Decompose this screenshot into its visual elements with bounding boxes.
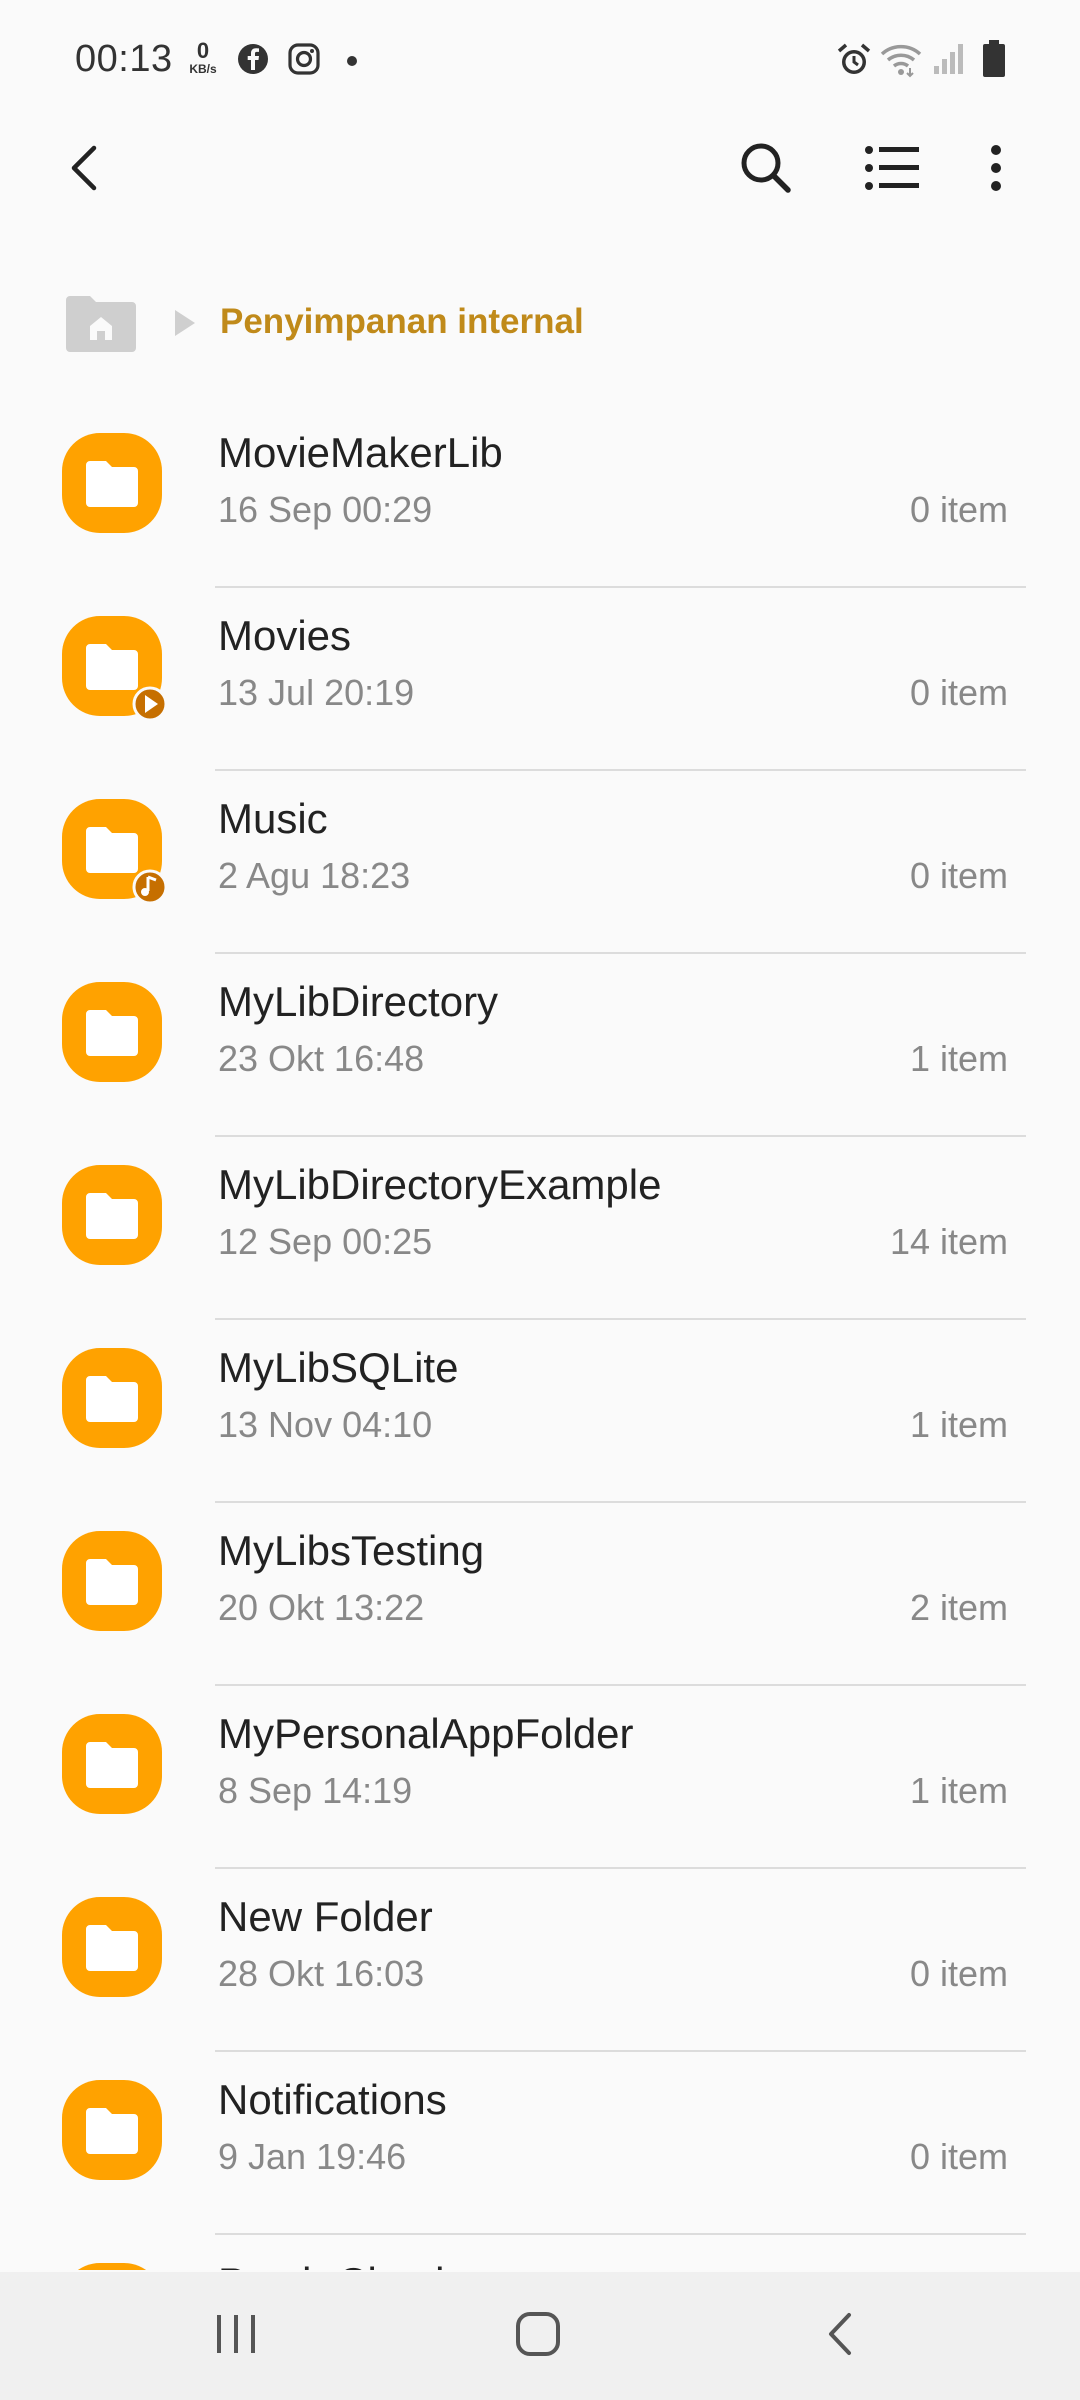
network-speed-unit: KB/s xyxy=(189,62,217,76)
file-item-count: 2 item xyxy=(909,1587,1008,1628)
file-item-count: 1 item xyxy=(909,1404,1008,1445)
instagram-icon xyxy=(287,42,321,81)
file-name: MyLibSQLite xyxy=(218,1344,459,1391)
file-list-item[interactable]: Movies 13 Jul 20:19 0 item xyxy=(0,588,1080,771)
toolbar xyxy=(0,120,1080,220)
recent-apps-icon xyxy=(215,2313,257,2360)
folder-icon xyxy=(60,1712,164,1816)
network-speed-value: 0 xyxy=(196,38,210,63)
file-list-item[interactable]: MyLibDirectoryExample 12 Sep 00:25 14 item xyxy=(0,1137,1080,1320)
file-name: MyLibDirectoryExample xyxy=(218,1161,662,1208)
dot-icon xyxy=(346,54,358,72)
home-button[interactable] xyxy=(458,2272,618,2400)
file-date: 28 Okt 16:03 xyxy=(218,1953,425,1994)
file-name: MyPersonalAppFolder xyxy=(218,1710,634,1757)
breadcrumb-arrow-icon xyxy=(173,308,197,343)
file-date: 12 Sep 00:25 xyxy=(218,1221,433,1262)
more-options-icon xyxy=(989,144,1003,196)
file-date: 9 Jan 19:46 xyxy=(218,2136,407,2177)
file-name: MyLibsTesting xyxy=(218,1527,485,1574)
folder-icon xyxy=(60,2261,164,2270)
file-item-count: 0 item xyxy=(909,2136,1008,2177)
file-list-item[interactable]: MovieMakerLib 16 Sep 00:29 0 item xyxy=(0,405,1080,588)
file-list-item[interactable]: Patch Check xyxy=(0,2235,1080,2270)
folder-icon xyxy=(60,1163,164,1267)
list-view-button[interactable] xyxy=(844,120,940,220)
recent-apps-button[interactable] xyxy=(156,2272,316,2400)
file-list-item[interactable]: MyPersonalAppFolder 8 Sep 14:19 1 item xyxy=(0,1686,1080,1869)
folder-icon xyxy=(60,1529,164,1633)
file-name: Notifications xyxy=(218,2076,447,2123)
file-item-count: 0 item xyxy=(909,855,1008,896)
nav-back-icon xyxy=(825,2311,855,2362)
file-list-item[interactable]: MyLibSQLite 13 Nov 04:10 1 item xyxy=(0,1320,1080,1503)
home-icon xyxy=(515,2311,561,2362)
file-name: Patch Check xyxy=(218,2259,456,2270)
file-date: 20 Okt 13:22 xyxy=(218,1587,425,1628)
file-item-count: 0 item xyxy=(909,672,1008,713)
folder-icon xyxy=(60,431,164,535)
file-item-count: 1 item xyxy=(909,1038,1008,1079)
file-date: 23 Okt 16:48 xyxy=(218,1038,425,1079)
network-speed: 0 KB/s xyxy=(183,38,223,77)
signal-icon xyxy=(932,42,966,81)
alarm-icon xyxy=(836,42,872,83)
file-list-item[interactable]: Music 2 Agu 18:23 0 item xyxy=(0,771,1080,954)
wifi-icon xyxy=(880,42,922,83)
file-date: 16 Sep 00:29 xyxy=(218,489,433,530)
home-folder-icon[interactable] xyxy=(64,292,138,359)
folder-icon xyxy=(60,2078,164,2182)
file-name: Music xyxy=(218,795,328,842)
file-list-item[interactable]: New Folder 28 Okt 16:03 0 item xyxy=(0,1869,1080,2052)
file-name: MyLibDirectory xyxy=(218,978,499,1025)
status-bar: 00:13 0 KB/s xyxy=(0,0,1080,120)
video-folder-icon xyxy=(60,614,168,722)
file-name: Movies xyxy=(218,612,352,659)
file-item-count: 0 item xyxy=(909,1953,1008,1994)
battery-icon xyxy=(982,40,1006,83)
nav-back-button[interactable] xyxy=(760,2272,920,2400)
status-time: 00:13 xyxy=(75,38,173,80)
folder-icon xyxy=(60,1346,164,1450)
file-list-item[interactable]: MyLibsTesting 20 Okt 13:22 2 item xyxy=(0,1503,1080,1686)
file-list-item[interactable]: MyLibDirectory 23 Okt 16:48 1 item xyxy=(0,954,1080,1137)
file-name: New Folder xyxy=(218,1893,433,1940)
file-date: 2 Agu 18:23 xyxy=(218,855,411,896)
more-options-button[interactable] xyxy=(948,120,1044,220)
folder-icon xyxy=(60,1895,164,1999)
file-name: MovieMakerLib xyxy=(218,429,503,476)
navigation-bar xyxy=(0,2272,1080,2400)
back-arrow-icon xyxy=(64,144,104,197)
file-date: 13 Nov 04:10 xyxy=(218,1404,433,1445)
folder-icon xyxy=(60,980,164,1084)
file-item-count: 0 item xyxy=(909,489,1008,530)
file-item-count: 1 item xyxy=(909,1770,1008,1811)
search-button[interactable] xyxy=(718,120,814,220)
search-icon xyxy=(739,141,793,200)
breadcrumb: Penyimpanan internal xyxy=(0,280,1080,360)
file-date: 13 Jul 20:19 xyxy=(218,672,415,713)
list-view-icon xyxy=(865,145,919,196)
file-list: MovieMakerLib 16 Sep 00:29 0 item Movies 13 … xyxy=(0,405,1080,2270)
file-date: 8 Sep 14:19 xyxy=(218,1770,413,1811)
breadcrumb-current[interactable]: Penyimpanan internal xyxy=(220,302,584,342)
music-folder-icon xyxy=(60,797,168,905)
file-list-item[interactable]: Notifications 9 Jan 19:46 0 item xyxy=(0,2052,1080,2235)
file-item-count: 14 item xyxy=(889,1221,1008,1262)
facebook-icon xyxy=(236,42,270,81)
back-button[interactable] xyxy=(36,120,132,220)
